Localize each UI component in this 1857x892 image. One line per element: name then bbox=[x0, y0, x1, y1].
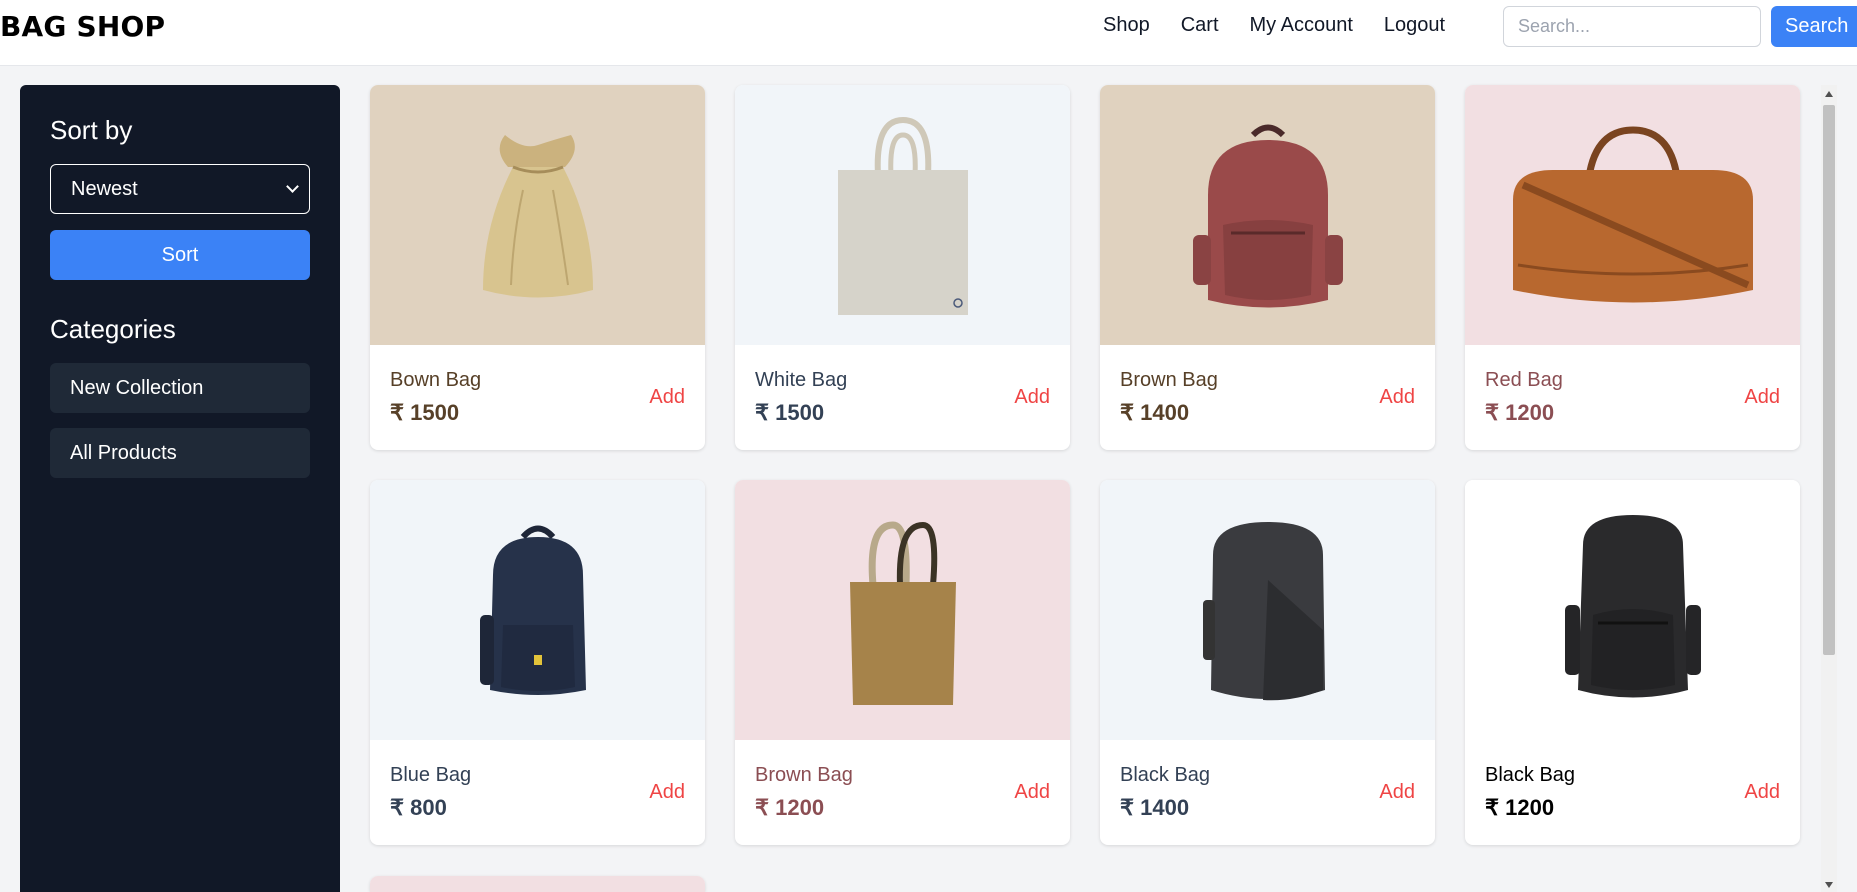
category-all-products[interactable]: All Products bbox=[50, 428, 310, 478]
product-image[interactable] bbox=[1465, 85, 1800, 345]
nav-cart-link[interactable]: Cart bbox=[1181, 14, 1219, 37]
scroll-down-arrow-icon[interactable] bbox=[1825, 882, 1833, 888]
product-name: Red Bag bbox=[1485, 369, 1563, 391]
product-price: ₹ 1500 bbox=[390, 400, 460, 425]
add-to-cart-link[interactable]: Add bbox=[649, 781, 685, 804]
sort-by-heading: Sort by bbox=[50, 115, 133, 145]
product-price: ₹ 1400 bbox=[1120, 795, 1190, 820]
product-card: Blue Bag ₹ 800 Add bbox=[370, 480, 705, 845]
product-card: Brown Bag ₹ 1200 Add bbox=[735, 480, 1070, 845]
sidebar: Sort by Newest Sort Categories New Colle… bbox=[20, 85, 340, 892]
product-price: ₹ 1500 bbox=[755, 400, 825, 425]
product-name: Brown Bag bbox=[1120, 369, 1218, 391]
tote-bag-icon bbox=[837, 116, 968, 315]
chevron-down-icon bbox=[286, 180, 299, 193]
scroll-up-arrow-icon[interactable] bbox=[1825, 91, 1833, 97]
backpack-icon bbox=[1192, 124, 1343, 308]
product-image[interactable] bbox=[370, 876, 705, 892]
add-to-cart-link[interactable]: Add bbox=[1014, 781, 1050, 804]
add-to-cart-link[interactable]: Add bbox=[1744, 781, 1780, 804]
product-image[interactable] bbox=[1100, 85, 1435, 345]
product-card bbox=[370, 876, 705, 892]
product-image[interactable] bbox=[370, 480, 705, 740]
backpack-icon bbox=[1564, 515, 1701, 698]
main-nav: Shop Cart My Account Logout bbox=[1103, 14, 1476, 37]
product-image[interactable] bbox=[735, 480, 1070, 740]
product-card: Black Bag ₹ 1400 Add bbox=[1100, 480, 1435, 845]
product-name: Bown Bag bbox=[390, 369, 482, 391]
categories-heading: Categories bbox=[50, 314, 176, 344]
sort-select[interactable]: Newest bbox=[50, 164, 310, 214]
nav-shop-link[interactable]: Shop bbox=[1103, 14, 1150, 37]
backpack-icon bbox=[479, 525, 586, 695]
product-price: ₹ 1200 bbox=[1485, 795, 1555, 820]
add-to-cart-link[interactable]: Add bbox=[1014, 386, 1050, 409]
product-card: White Bag ₹ 1500 Add bbox=[735, 85, 1070, 450]
product-card: Brown Bag ₹ 1400 Add bbox=[1100, 85, 1435, 450]
category-new-collection[interactable]: New Collection bbox=[50, 363, 310, 413]
product-image[interactable] bbox=[370, 85, 705, 345]
duffel-bag-icon bbox=[1512, 126, 1753, 303]
product-price: ₹ 800 bbox=[390, 795, 447, 820]
product-image[interactable] bbox=[1100, 480, 1435, 740]
product-name: Black Bag bbox=[1120, 764, 1211, 786]
product-image[interactable] bbox=[735, 85, 1070, 345]
add-to-cart-link[interactable]: Add bbox=[1744, 386, 1780, 409]
product-card: Red Bag ₹ 1200 Add bbox=[1465, 85, 1800, 450]
tote-bag-icon bbox=[849, 521, 956, 705]
product-price: ₹ 1200 bbox=[1485, 400, 1555, 425]
product-card: Black Bag ₹ 1200 Add bbox=[1465, 480, 1800, 845]
product-name: White Bag bbox=[755, 369, 848, 391]
product-name: Black Bag bbox=[1485, 764, 1576, 786]
add-to-cart-link[interactable]: Add bbox=[1379, 386, 1415, 409]
backpack-icon bbox=[1202, 522, 1325, 701]
product-name: Brown Bag bbox=[755, 764, 853, 786]
product-price: ₹ 1200 bbox=[755, 795, 825, 820]
scrollbar-thumb[interactable] bbox=[1823, 105, 1835, 655]
nav-logout-link[interactable]: Logout bbox=[1384, 14, 1445, 37]
add-to-cart-link[interactable]: Add bbox=[649, 386, 685, 409]
product-image[interactable] bbox=[1465, 480, 1800, 740]
product-card: Bown Bag ₹ 1500 Add bbox=[370, 85, 705, 450]
product-name: Blue Bag bbox=[390, 764, 472, 786]
top-navbar: BAG SHOP Shop Cart My Account Logout Sea… bbox=[0, 0, 1857, 66]
sort-button[interactable]: Sort bbox=[50, 230, 310, 280]
scrollbar[interactable] bbox=[1821, 85, 1837, 892]
jute-pouch-icon bbox=[482, 135, 593, 298]
sort-select-value: Newest bbox=[71, 177, 138, 200]
product-price: ₹ 1400 bbox=[1120, 400, 1190, 425]
search-input[interactable] bbox=[1503, 6, 1761, 47]
search-button[interactable]: Search bbox=[1771, 6, 1857, 47]
nav-my-account-link[interactable]: My Account bbox=[1250, 14, 1353, 37]
brand-logo[interactable]: BAG SHOP bbox=[0, 10, 165, 43]
add-to-cart-link[interactable]: Add bbox=[1379, 781, 1415, 804]
